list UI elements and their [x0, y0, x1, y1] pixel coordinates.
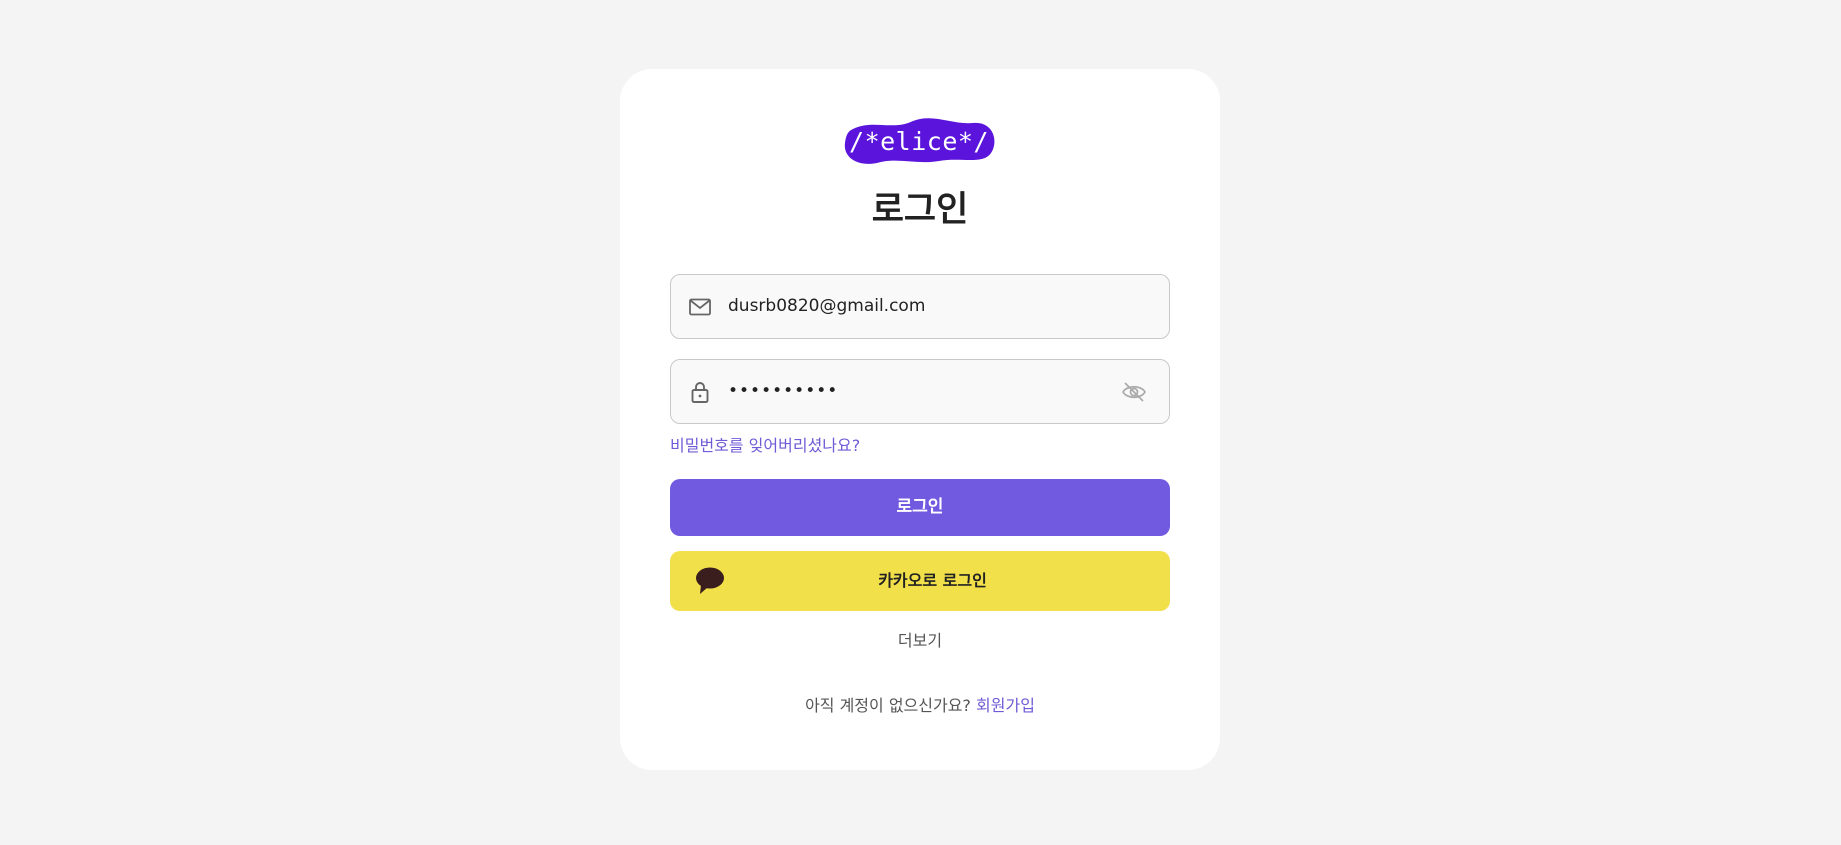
forgot-password-link[interactable]: 비밀번호를 잊어버리셨나요? — [670, 434, 860, 458]
login-button[interactable]: 로그인 — [670, 479, 1170, 536]
email-value[interactable]: dusrb0820@gmail.com — [728, 275, 925, 338]
password-field[interactable]: •••••••••• — [670, 359, 1170, 424]
signup-prompt: 아직 계정이 없으신가요? — [805, 696, 971, 715]
kakao-login-button[interactable]: 카카오로 로그인 — [670, 551, 1170, 611]
logo-text: /*elice*/ — [849, 127, 989, 156]
login-card: /*elice*/ 로그인 dusrb0820@gmail.com ••••••… — [620, 69, 1220, 770]
page-title: 로그인 — [871, 190, 969, 230]
email-field[interactable]: dusrb0820@gmail.com — [670, 274, 1170, 339]
more-options: 더보기 — [620, 629, 1220, 653]
mail-icon — [688, 295, 712, 319]
lock-icon — [688, 380, 712, 404]
more-link[interactable]: 더보기 — [898, 631, 942, 650]
password-value[interactable]: •••••••••• — [728, 360, 838, 423]
signup-row: 아직 계정이 없으신가요? 회원가입 — [620, 694, 1220, 718]
elice-logo: /*elice*/ — [843, 117, 995, 165]
signup-link[interactable]: 회원가입 — [976, 696, 1035, 715]
kakao-login-label: 카카오로 로그인 — [878, 571, 987, 590]
eye-off-icon[interactable] — [1121, 380, 1147, 404]
